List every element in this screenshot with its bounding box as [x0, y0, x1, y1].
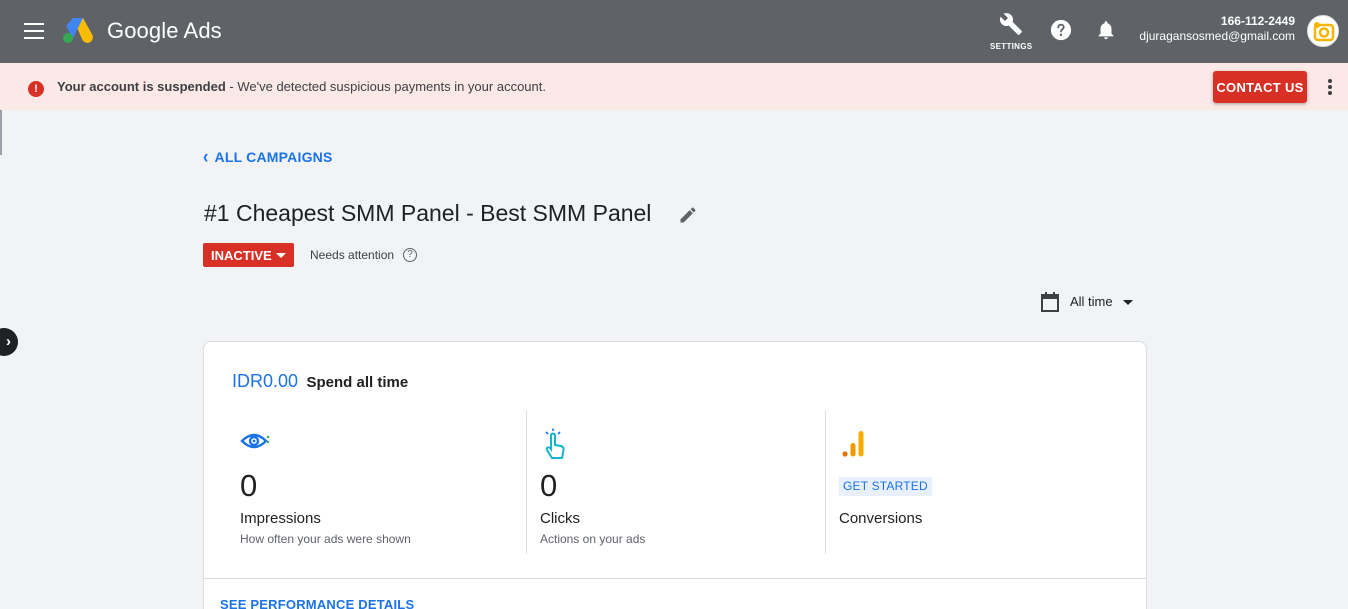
more-vert-icon[interactable] [1325, 79, 1335, 97]
calendar-icon [1041, 292, 1059, 312]
eye-icon [240, 428, 270, 459]
caret-down-icon [276, 253, 286, 258]
settings-label: SETTINGS [990, 42, 1033, 51]
spend-label: Spend all time [306, 374, 409, 391]
customer-id: 166-112-2449 [1220, 14, 1295, 28]
clicks-label: Clicks [540, 510, 580, 527]
chevron-left-icon: ‹ [203, 147, 209, 168]
help-icon [1050, 19, 1072, 41]
clicks-value: 0 [540, 468, 558, 503]
see-performance-details-link[interactable]: SEE PERFORMANCE DETAILS [220, 597, 414, 609]
spend-amount: IDR0.00 [232, 371, 299, 391]
campaign-title: #1 Cheapest SMM Panel - Best SMM Panel [204, 200, 652, 226]
account-email: djuragansosmed@gmail.com [1139, 29, 1295, 43]
date-range-label: All time [1070, 294, 1113, 309]
caret-down-icon [1123, 300, 1133, 305]
banner-bold-text: Your account is suspended [57, 79, 226, 94]
all-campaigns-label: ALL CAMPAIGNS [214, 149, 333, 165]
contact-us-button[interactable]: CONTACT US [1213, 71, 1307, 103]
edit-icon[interactable] [678, 205, 698, 230]
help-outline-icon[interactable]: ? [403, 248, 417, 262]
wrench-icon [999, 13, 1022, 35]
error-icon: ! [28, 81, 44, 97]
account-info[interactable]: 166-112-2449 djuragansosmed@gmail.com [1139, 14, 1295, 44]
top-bar: Google Ads SETTINGS 166-112-2449 djuraga… [0, 0, 1348, 63]
tap-icon [541, 428, 571, 465]
campaign-summary-card: IDR0.00 Spend all time 0 Impressions How… [203, 341, 1147, 609]
bell-icon [1098, 21, 1114, 40]
profile-image-icon [1313, 22, 1335, 42]
impressions-description: How often your ads were shown [240, 532, 411, 546]
impressions-value: 0 [240, 468, 258, 503]
conversions-metric: GET STARTED Conversions [825, 410, 1147, 554]
help-button[interactable] [1050, 19, 1072, 46]
impressions-metric: 0 Impressions How often your ads were sh… [204, 410, 526, 554]
needs-attention-text: Needs attention [310, 248, 395, 262]
impressions-label: Impressions [240, 510, 321, 527]
google-ads-logo [63, 18, 93, 43]
conversions-label: Conversions [839, 510, 923, 527]
clicks-metric: 0 Clicks Actions on your ads [526, 410, 825, 554]
date-range-picker[interactable]: All time [1041, 292, 1133, 312]
status-dropdown[interactable]: INACTIVE [203, 243, 294, 267]
clicks-description: Actions on your ads [540, 532, 646, 546]
get-started-button[interactable]: GET STARTED [839, 477, 932, 496]
bar-chart-icon [840, 428, 870, 465]
suspension-banner: ! Your account is suspended - We've dete… [0, 63, 1348, 110]
card-divider [204, 578, 1146, 579]
expand-side-panel-button[interactable]: › [0, 328, 18, 356]
spend-summary: IDR0.00 Spend all time [232, 371, 408, 392]
avatar[interactable] [1307, 15, 1339, 47]
notifications-button[interactable] [1095, 19, 1117, 46]
brand-name: Google Ads [107, 18, 222, 43]
menu-icon[interactable] [24, 23, 44, 39]
left-edge-divider [0, 110, 2, 155]
status-label: INACTIVE [211, 247, 272, 263]
banner-message: Your account is suspended - We've detect… [57, 79, 546, 94]
banner-detail-text: - We've detected suspicious payments in … [225, 79, 546, 94]
all-campaigns-link[interactable]: ‹ ALL CAMPAIGNS [203, 147, 333, 168]
settings-button[interactable]: SETTINGS [990, 12, 1032, 51]
